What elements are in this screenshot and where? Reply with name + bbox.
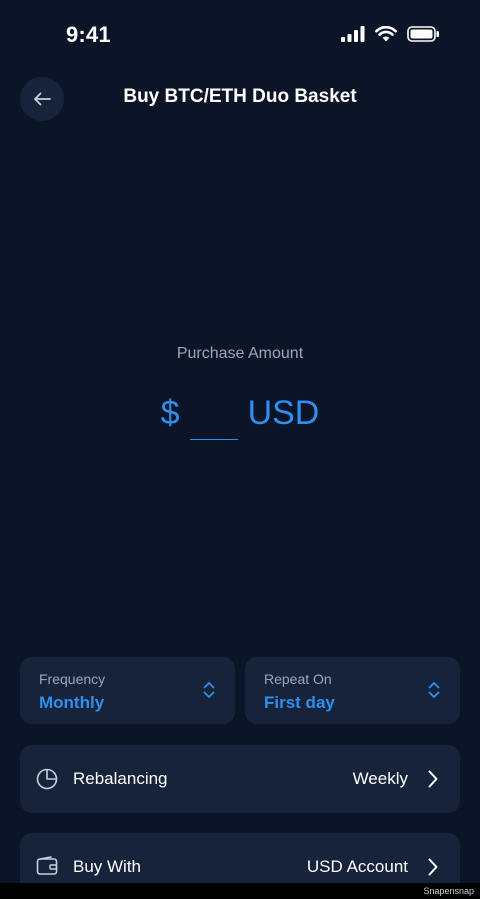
rebalancing-value: Weekly (352, 769, 408, 788)
signal-icon (341, 26, 365, 42)
frequency-value: Monthly (39, 693, 105, 712)
chevron-updown-icon (428, 682, 440, 698)
watermark: Snapensnap (0, 883, 480, 899)
repeat-on-select[interactable]: Repeat On First day (245, 657, 460, 724)
status-time: 9:41 (66, 22, 111, 47)
wallet-icon (36, 856, 58, 875)
currency-code: USD (247, 394, 320, 432)
repeat-on-label: Repeat On (264, 671, 332, 687)
wifi-icon (375, 26, 397, 42)
chevron-right-icon (428, 770, 438, 788)
battery-icon (407, 26, 439, 42)
amount-row: $ USD (0, 392, 480, 444)
pie-chart-icon (36, 768, 58, 790)
frequency-label: Frequency (39, 671, 106, 687)
rebalancing-row[interactable]: Rebalancing Weekly (20, 745, 460, 813)
chevron-right-icon (428, 858, 438, 876)
rebalancing-label: Rebalancing (73, 769, 168, 788)
repeat-on-value: First day (264, 693, 335, 712)
frequency-select[interactable]: Frequency Monthly (20, 657, 235, 724)
buy-with-label: Buy With (73, 857, 142, 876)
status-icons (341, 26, 440, 42)
buy-with-value: USD Account (306, 857, 408, 876)
screen: 9:41 Buy BTC/ETH Duo Basket Purchase Amo… (0, 0, 480, 899)
purchase-amount-label: Purchase Amount (176, 345, 304, 362)
chevron-updown-icon (203, 682, 215, 698)
currency-symbol: $ (160, 394, 180, 432)
amount-input[interactable] (189, 392, 238, 440)
status-bar: 9:41 (0, 0, 480, 70)
page-title: Buy BTC/ETH Duo Basket (123, 86, 357, 107)
